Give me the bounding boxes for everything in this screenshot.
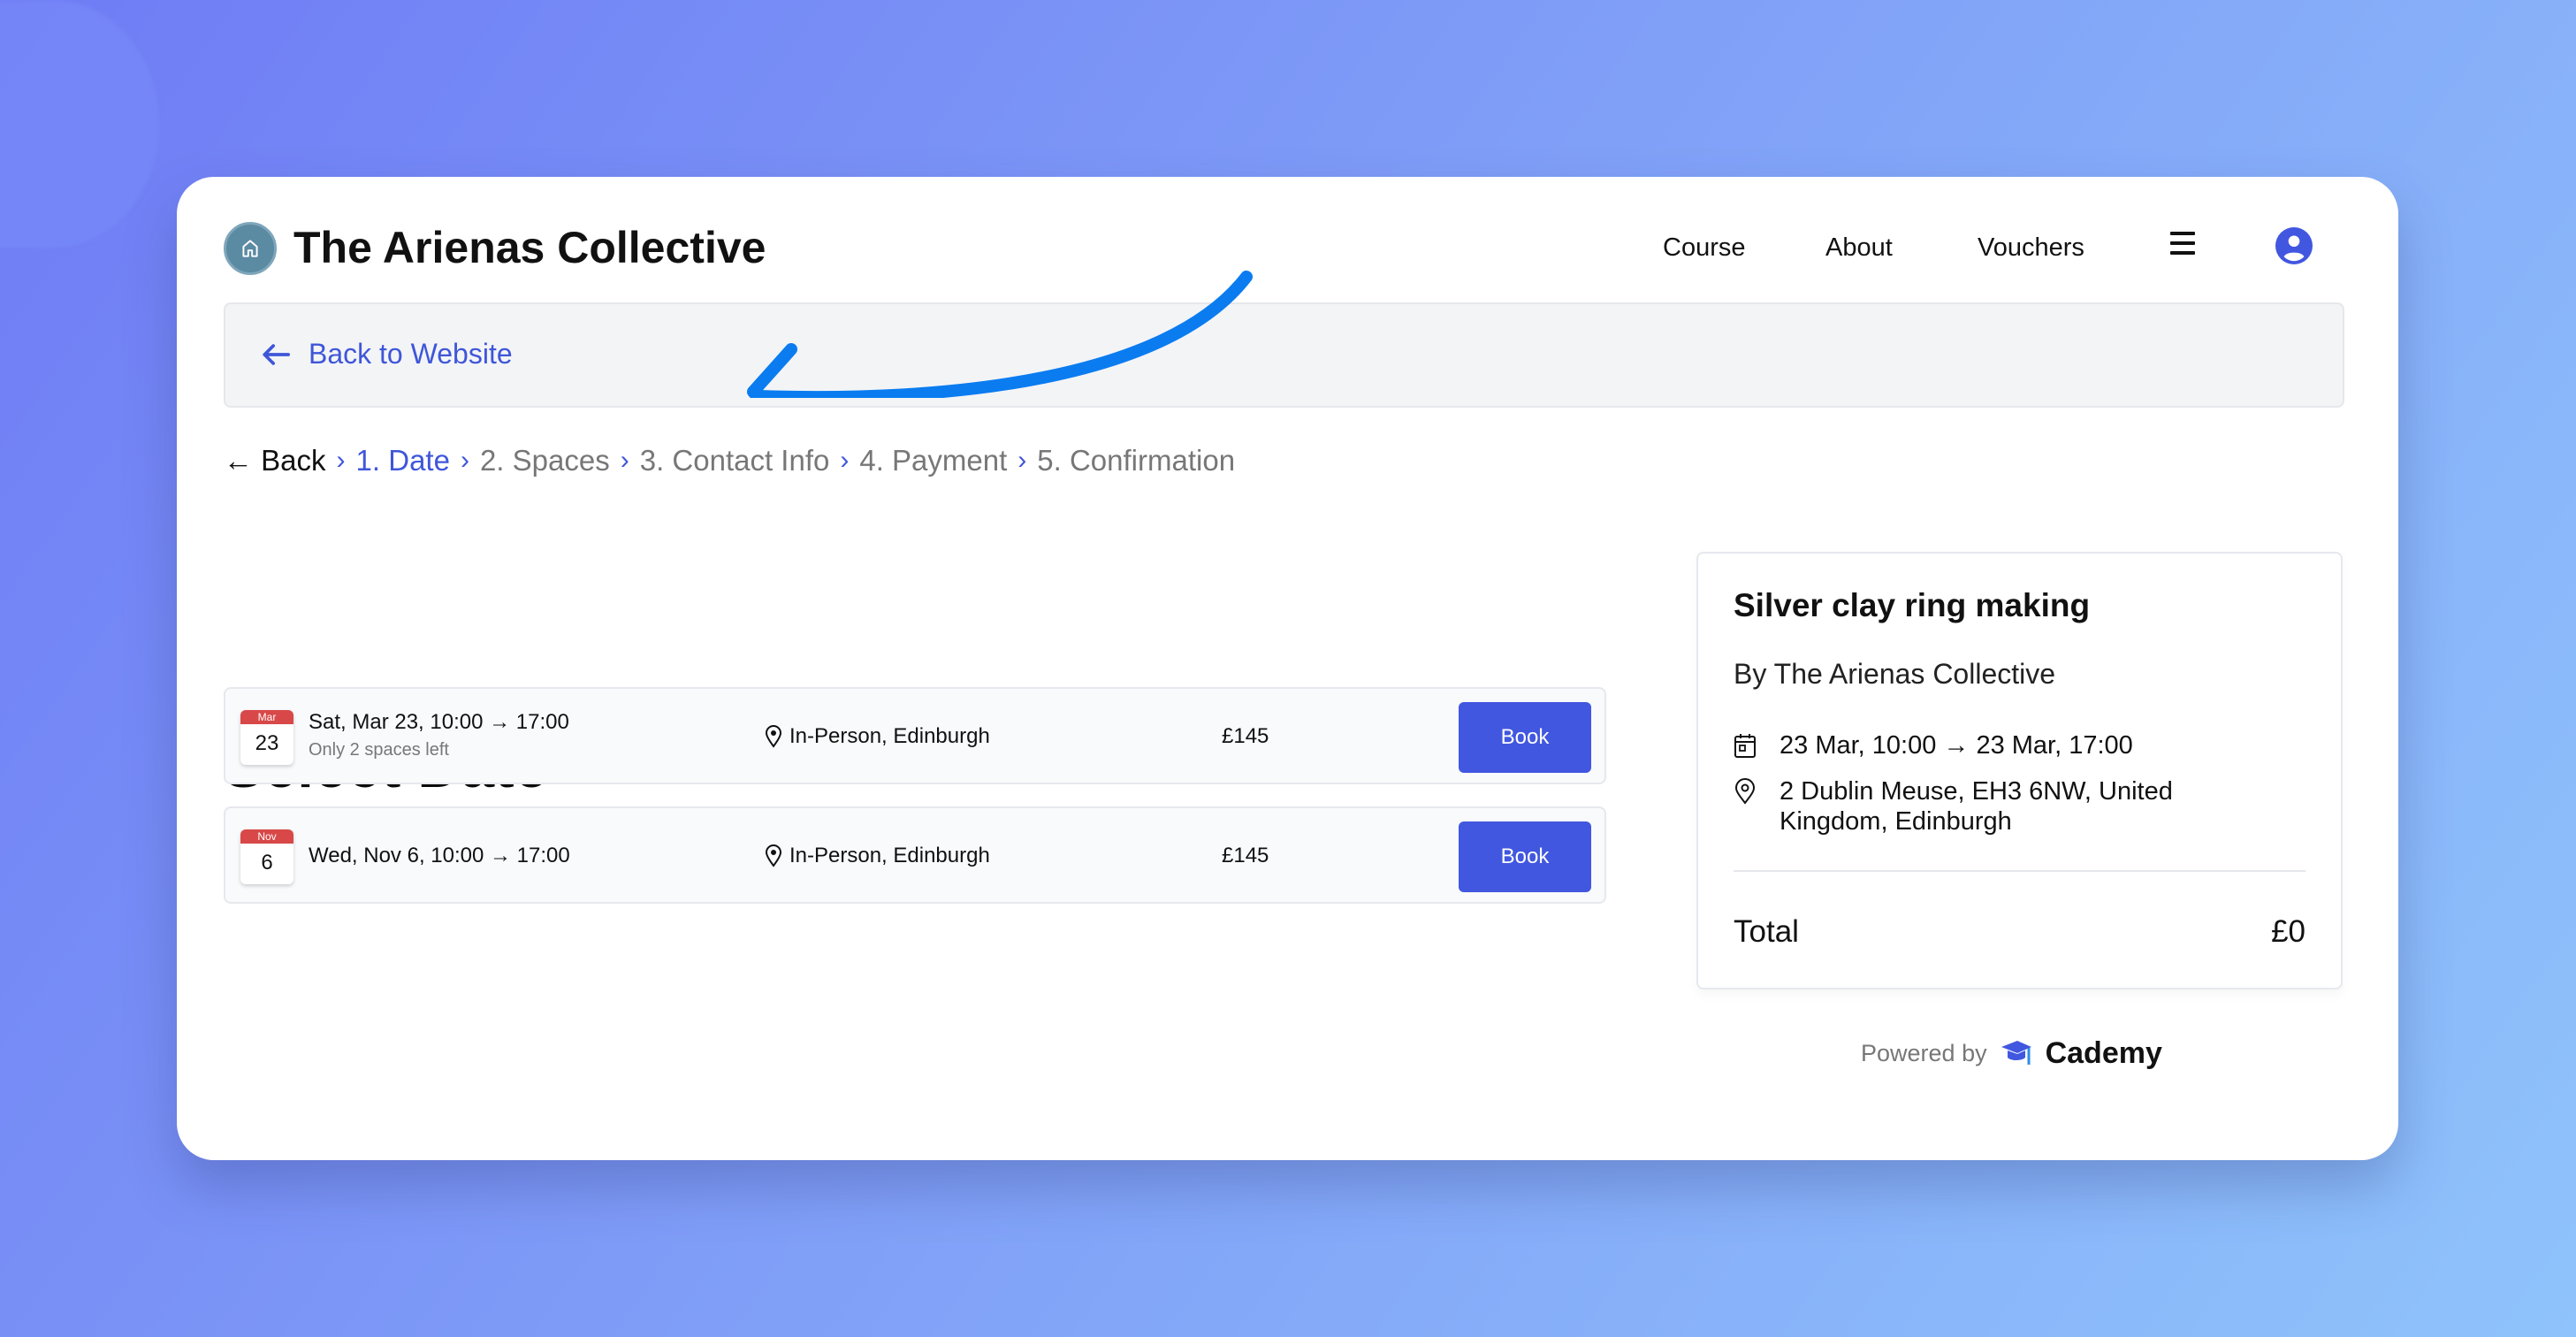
breadcrumb-step-spaces[interactable]: 2. Spaces — [480, 444, 610, 478]
booking-summary-card: Silver clay ring making By The Arienas C… — [1696, 552, 2343, 989]
calendar-day: 23 — [255, 731, 279, 755]
back-to-website-banner: Back to Website — [224, 302, 2344, 408]
book-button[interactable]: Book — [1459, 821, 1591, 892]
session-location-label: In-Person, Edinburgh — [789, 844, 990, 867]
background-decoration — [0, 0, 159, 248]
breadcrumb-step-payment[interactable]: 4. Payment — [859, 444, 1007, 478]
summary-datetime-row: 23 Mar, 10:00 → 23 Mar, 17:00 — [1734, 730, 2133, 760]
powered-by-label: Powered by — [1861, 1040, 1987, 1066]
breadcrumb-separator: › — [1017, 446, 1027, 475]
back-to-website-label: Back to Website — [309, 338, 513, 370]
arrow-left-icon — [263, 343, 291, 365]
total-value: £0 — [2271, 914, 2305, 949]
session-location: In-Person, Edinburgh — [765, 724, 990, 749]
total-label: Total — [1734, 914, 1799, 949]
calendar-month: Nov — [240, 829, 293, 844]
calendar-date-icon: Nov 6 — [240, 829, 293, 884]
calendar-day: 6 — [261, 851, 273, 875]
session-row: Nov 6 Wed, Nov 6, 10:00 → 17:00 In-Perso… — [224, 806, 1606, 904]
cademy-brand: Cademy — [2045, 1036, 2162, 1070]
session-datetime: Wed, Nov 6, 10:00 → 17:00 — [309, 844, 570, 867]
breadcrumb-separator: › — [460, 446, 469, 475]
summary-address-row: 2 Dublin Meuse, EH3 6NW, United Kingdom,… — [1734, 776, 2282, 837]
graduation-cap-icon — [2001, 1040, 2031, 1065]
breadcrumb: ← Back › 1. Date › 2. Spaces › 3. Contac… — [224, 444, 1235, 478]
course-provider: By The Arienas Collective — [1734, 658, 2056, 690]
nav-vouchers[interactable]: Vouchers — [1978, 228, 2084, 267]
session-availability: Only 2 spaces left — [309, 740, 449, 760]
breadcrumb-step-contact-info[interactable]: 3. Contact Info — [640, 444, 830, 478]
breadcrumb-back[interactable]: ← Back — [224, 444, 326, 478]
nav-course[interactable]: Course — [1663, 228, 1746, 267]
house-icon — [242, 240, 258, 257]
nav-about[interactable]: About — [1825, 228, 1893, 267]
breadcrumb-step-confirmation[interactable]: 5. Confirmation — [1037, 444, 1235, 478]
back-to-website-link[interactable]: Back to Website — [261, 338, 513, 371]
summary-datetime: 23 Mar, 10:00 → 23 Mar, 17:00 — [1780, 731, 2133, 760]
session-price: £145 — [1222, 844, 1269, 867]
session-datetime: Sat, Mar 23, 10:00 → 17:00 — [309, 710, 569, 734]
breadcrumb-separator: › — [840, 446, 850, 475]
session-location-label: In-Person, Edinburgh — [789, 724, 990, 748]
calendar-month: Mar — [240, 710, 293, 724]
powered-by-footer[interactable]: Powered by Cademy — [1861, 1036, 2162, 1071]
map-pin-icon — [765, 844, 782, 867]
breadcrumb-separator: › — [620, 446, 629, 475]
booking-window: The Arienas Collective Course About Vouc… — [177, 177, 2398, 1160]
map-pin-icon — [765, 725, 782, 748]
summary-divider — [1734, 870, 2305, 872]
course-title: Silver clay ring making — [1734, 587, 2091, 623]
brand-logo[interactable] — [224, 222, 277, 275]
calendar-icon — [1734, 734, 1756, 758]
book-button[interactable]: Book — [1459, 702, 1591, 773]
summary-address: 2 Dublin Meuse, EH3 6NW, United Kingdom,… — [1780, 777, 2173, 836]
hamburger-icon[interactable] — [2170, 232, 2195, 255]
session-price: £145 — [1222, 724, 1269, 748]
breadcrumb-separator: › — [336, 446, 346, 475]
calendar-date-icon: Mar 23 — [240, 710, 293, 765]
session-location: In-Person, Edinburgh — [765, 844, 990, 868]
brand-name[interactable]: The Arienas Collective — [293, 221, 766, 274]
user-circle-icon[interactable] — [2275, 227, 2313, 264]
session-row: Mar 23 Sat, Mar 23, 10:00 → 17:00 Only 2… — [224, 687, 1606, 784]
map-pin-icon — [1734, 778, 1756, 805]
breadcrumb-step-date[interactable]: 1. Date — [356, 444, 450, 478]
